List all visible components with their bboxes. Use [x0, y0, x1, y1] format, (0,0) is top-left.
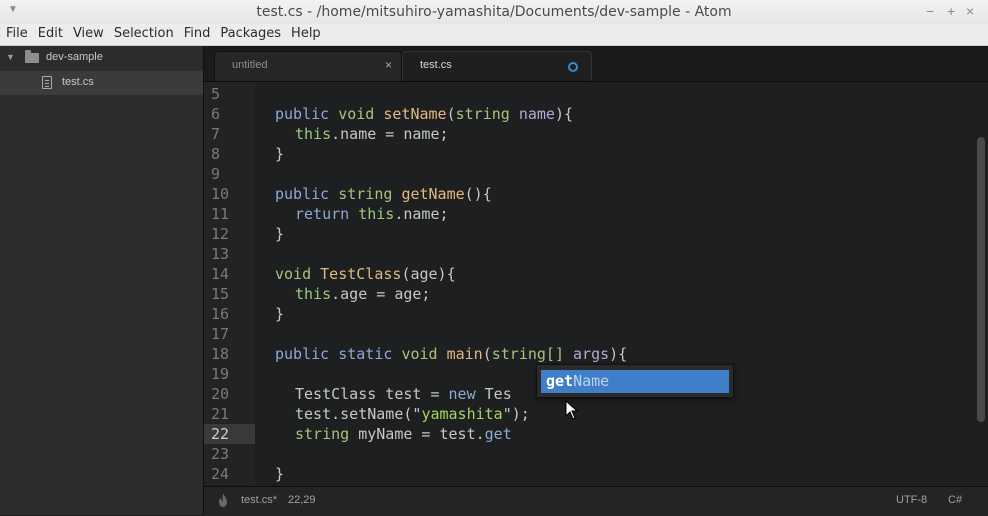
line-number: 9	[211, 165, 221, 183]
status-cursor-position[interactable]: 22,29	[288, 494, 316, 506]
file-name: test.cs	[62, 76, 94, 88]
menu-selection[interactable]: Selection	[110, 24, 178, 41]
menu-file[interactable]: File	[2, 24, 32, 41]
text-editor[interactable]: 5 6 7 8 9 10 11 12 13 14 15 16 17 18 19 …	[204, 82, 988, 485]
code-line: }	[275, 305, 285, 323]
folder-icon	[25, 50, 39, 63]
line-number: 7	[211, 125, 221, 143]
line-number: 19	[211, 365, 230, 383]
line-number: 13	[211, 245, 230, 263]
status-grammar[interactable]: C#	[948, 494, 962, 506]
menu-view[interactable]: View	[69, 24, 108, 41]
line-number: 17	[211, 325, 230, 343]
atom-window: ▼ test.cs - /home/mitsuhiro-yamashita/Do…	[0, 0, 988, 516]
line-number: 10	[211, 185, 230, 203]
menu-edit[interactable]: Edit	[34, 24, 67, 41]
project-name: dev-sample	[46, 51, 103, 63]
line-number-gutter: 5 6 7 8 9 10 11 12 13 14 15 16 17 18 19 …	[204, 82, 255, 485]
code-line: TestClass test = new Tes	[295, 385, 512, 403]
line-number: 15	[211, 285, 230, 303]
code-line: void TestClass(age){	[275, 265, 456, 283]
line-number: 20	[211, 385, 230, 403]
tab-label: untitled	[232, 59, 268, 71]
minimize-button[interactable]: −	[926, 3, 934, 19]
status-encoding[interactable]: UTF-8	[896, 494, 927, 506]
window-title: test.cs - /home/mitsuhiro-yamashita/Docu…	[256, 4, 732, 20]
line-number: 12	[211, 225, 230, 243]
current-line-number: 22	[204, 424, 255, 444]
chevron-down-icon[interactable]: ▼	[6, 52, 15, 62]
line-number: 16	[211, 305, 230, 323]
line-number: 18	[211, 345, 230, 363]
line-number: 14	[211, 265, 230, 283]
tab-untitled[interactable]: untitled ×	[214, 51, 402, 81]
maximize-button[interactable]: +	[947, 3, 955, 19]
tree-view: ▼ dev-sample test.cs	[0, 46, 204, 515]
code-line: public void setName(string name){	[275, 105, 574, 123]
status-file-name[interactable]: test.cs*	[241, 494, 277, 506]
tree-file-item[interactable]: test.cs	[0, 71, 203, 95]
menu-find[interactable]: Find	[180, 24, 215, 41]
menu-help[interactable]: Help	[287, 24, 325, 41]
menu-bar: File Edit View Selection Find Packages Help	[0, 24, 988, 46]
code-line: test.setName("yamashita");	[295, 405, 530, 423]
code-line: }	[275, 225, 285, 243]
line-number: 11	[211, 205, 230, 223]
title-bar: ▼ test.cs - /home/mitsuhiro-yamashita/Do…	[0, 0, 988, 25]
close-button[interactable]: ×	[966, 3, 974, 19]
line-number: 6	[211, 105, 221, 123]
code-line: this.name = name;	[295, 125, 449, 143]
line-number: 24	[211, 465, 230, 483]
file-text-icon	[42, 76, 52, 89]
code-line: public static void main(string[] args){	[275, 345, 628, 363]
line-number: 5	[211, 85, 221, 103]
flame-icon	[219, 493, 227, 507]
code-line: }	[275, 465, 285, 483]
line-number: 8	[211, 145, 221, 163]
tab-label: test.cs	[420, 59, 452, 71]
autocomplete-popup: getName	[536, 364, 734, 398]
modified-indicator-icon[interactable]	[568, 62, 578, 72]
tab-bar: untitled × test.cs	[204, 46, 988, 82]
code-line-current: string myName = test.get	[295, 425, 512, 443]
line-number: 21	[211, 405, 230, 423]
menu-packages[interactable]: Packages	[216, 24, 285, 41]
mouse-pointer-icon	[565, 400, 579, 420]
tab-test-cs[interactable]: test.cs	[402, 51, 592, 81]
code-line: public string getName(){	[275, 185, 492, 203]
tree-project-folder[interactable]: ▼ dev-sample	[0, 46, 203, 70]
code-line: this.age = age;	[295, 285, 431, 303]
code-line: }	[275, 145, 285, 163]
vertical-scrollbar[interactable]	[977, 137, 985, 422]
line-number: 23	[211, 445, 230, 463]
code-line: return this.name;	[295, 205, 449, 223]
close-icon[interactable]: ×	[385, 58, 392, 72]
autocomplete-suggestion[interactable]: getName	[541, 370, 729, 393]
status-bar: test.cs* 22,29 UTF-8 C#	[204, 486, 988, 516]
